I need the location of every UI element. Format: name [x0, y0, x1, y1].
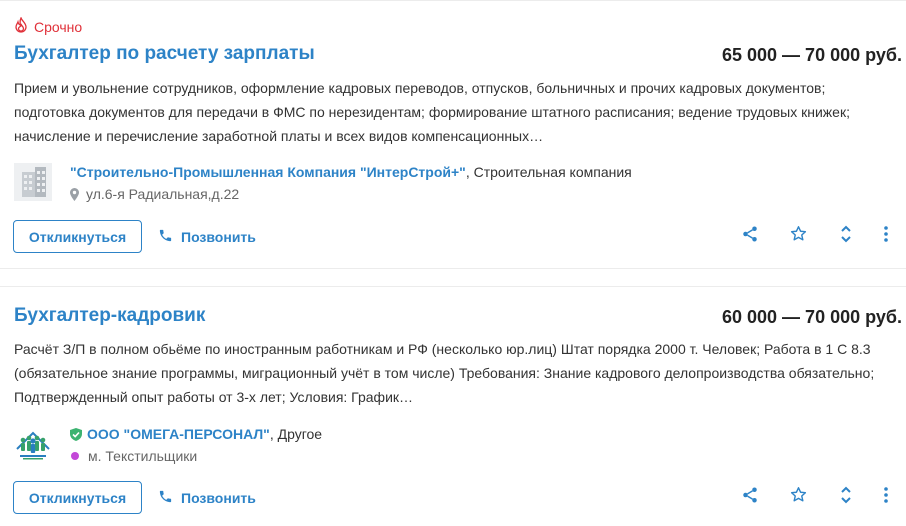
share-button[interactable]	[738, 485, 762, 509]
call-button[interactable]: Позвонить	[158, 220, 256, 253]
company-type: , Другое	[269, 426, 323, 442]
metro-line-icon	[71, 452, 79, 460]
expand-icon	[839, 486, 853, 509]
share-icon	[741, 225, 759, 248]
company-address: м. Текстильщики	[70, 448, 197, 464]
company-address: ул.6-я Радиальная,д.22	[70, 186, 239, 202]
phone-icon	[158, 228, 181, 246]
omega-logo-icon	[14, 425, 52, 467]
vacancy-description: Расчёт З/П в полном обьёме по иностранны…	[14, 341, 875, 405]
call-label: Позвонить	[181, 489, 256, 506]
favorite-button[interactable]	[786, 485, 810, 509]
urgent-label: Срочно	[34, 18, 83, 35]
more-button[interactable]	[874, 224, 898, 248]
salary: 60 000 — 70 000 руб.	[722, 307, 902, 327]
card-separator	[0, 268, 906, 286]
more-vertical-icon	[884, 486, 888, 508]
vacancy-card: Бухгалтер-кадровик 60 000 — 70 000 руб. …	[0, 286, 906, 526]
respond-button[interactable]: Откликнуться	[13, 481, 142, 514]
address-text: м. Текстильщики	[88, 448, 198, 464]
company-info: "Строительно-Промышленная Компания "Инте…	[70, 164, 632, 180]
more-vertical-icon	[884, 225, 888, 247]
favorite-button[interactable]	[786, 224, 810, 248]
company-logo[interactable]	[14, 163, 52, 201]
respond-button[interactable]: Откликнуться	[13, 220, 142, 253]
phone-icon	[158, 489, 181, 507]
expand-icon	[839, 225, 853, 248]
fire-icon	[14, 16, 34, 36]
expand-button[interactable]	[834, 224, 858, 248]
company-name-link[interactable]: "Строительно-Промышленная Компания "Инте…	[70, 164, 466, 180]
vacancy-title-link[interactable]: Бухгалтер-кадровик	[14, 305, 205, 327]
salary: 65 000 — 70 000 руб.	[722, 45, 902, 65]
star-icon	[790, 486, 807, 508]
company-logo[interactable]	[14, 425, 52, 463]
company-type: , Строительная компания	[465, 164, 632, 180]
call-label: Позвонить	[181, 228, 256, 245]
location-pin-icon	[70, 187, 79, 201]
urgent-badge: Срочно	[14, 16, 83, 36]
company-info: ООО "ОМЕГА-ПЕРСОНАЛ", Другое	[70, 426, 322, 442]
expand-button[interactable]	[834, 485, 858, 509]
star-icon	[790, 225, 807, 247]
more-button[interactable]	[874, 485, 898, 509]
vacancy-description: Прием и увольнение сотрудников, оформлен…	[14, 80, 850, 144]
address-text: ул.6-я Радиальная,д.22	[86, 186, 240, 202]
call-button[interactable]: Позвонить	[158, 481, 256, 514]
building-logo-icon	[14, 163, 52, 205]
share-icon	[741, 486, 759, 509]
vacancy-card: Срочно Бухгалтер по расчету зарплаты 65 …	[0, 0, 906, 268]
share-button[interactable]	[738, 224, 762, 248]
company-name-link[interactable]: ООО "ОМЕГА-ПЕРСОНАЛ"	[87, 426, 270, 442]
verified-shield-icon	[70, 428, 82, 441]
vacancy-title-link[interactable]: Бухгалтер по расчету зарплаты	[14, 43, 315, 65]
